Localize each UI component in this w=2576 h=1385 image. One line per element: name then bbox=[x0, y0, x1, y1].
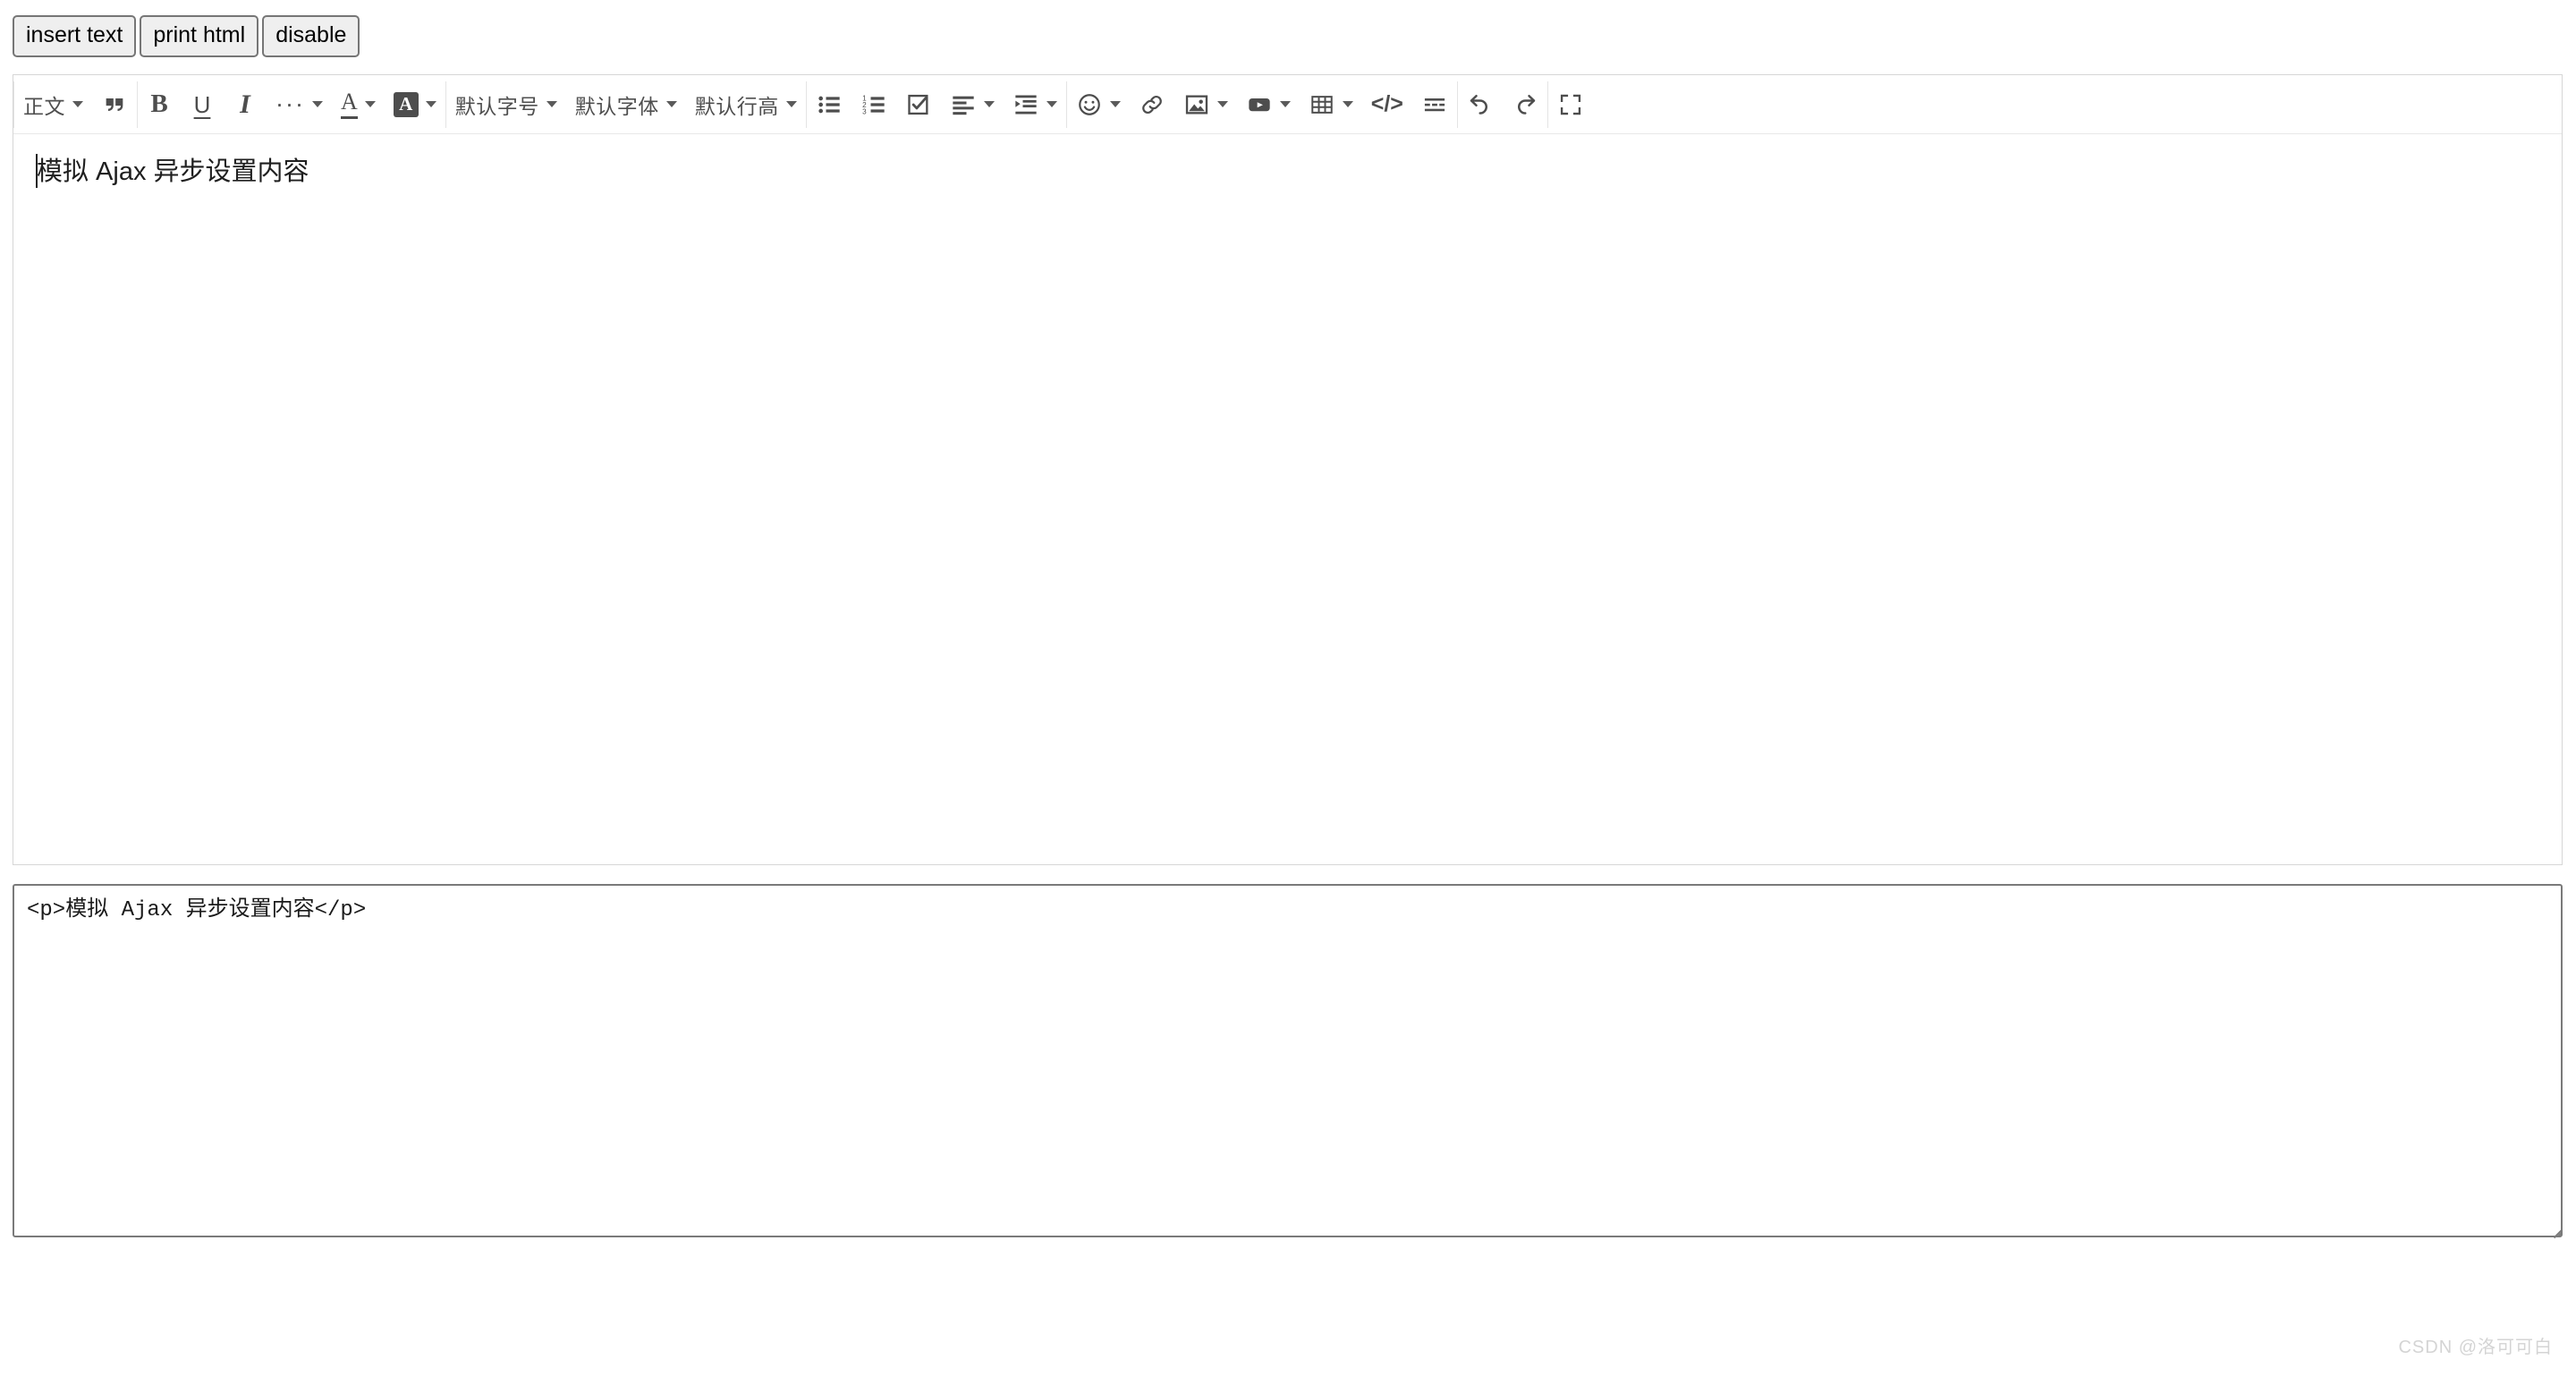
image-dropdown[interactable] bbox=[1174, 82, 1237, 127]
background-color-dropdown[interactable]: A bbox=[385, 82, 445, 127]
editor-toolbar: 正文 B U I ··· A A 默认字号 默认字体 默认行高 1 2 3 </… bbox=[13, 75, 2562, 134]
chevron-down-icon bbox=[1109, 101, 1121, 107]
font-family-dropdown[interactable]: 默认字体 bbox=[566, 82, 686, 127]
bullet-list-button[interactable] bbox=[807, 82, 852, 127]
todo-list-icon bbox=[905, 91, 932, 118]
chevron-down-icon bbox=[311, 101, 323, 107]
numbered-list-button[interactable]: 1 2 3 bbox=[852, 82, 896, 127]
font-color-dropdown[interactable]: A bbox=[332, 82, 385, 127]
divider-button[interactable] bbox=[1412, 82, 1457, 127]
bold-button[interactable]: B bbox=[138, 82, 181, 127]
align-dropdown[interactable] bbox=[941, 82, 1004, 127]
video-dropdown[interactable] bbox=[1237, 82, 1300, 127]
background-color-icon: A bbox=[393, 91, 419, 117]
video-icon bbox=[1246, 91, 1273, 118]
demo-button-bar: insert text print html disable bbox=[13, 15, 360, 57]
editor-content-area[interactable]: 模拟 Ajax 异步设置内容 bbox=[13, 134, 2562, 864]
font-family-label: 默认字体 bbox=[574, 94, 659, 118]
divider-icon bbox=[1421, 91, 1448, 118]
watermark: CSDN @洛可可白 bbox=[2398, 1338, 2553, 1357]
chevron-down-icon bbox=[1216, 101, 1228, 107]
table-dropdown[interactable] bbox=[1300, 82, 1362, 127]
underline-button[interactable]: U bbox=[181, 82, 224, 127]
toolbar-group-insert: </> bbox=[1067, 75, 1457, 133]
redo-icon bbox=[1512, 91, 1538, 118]
paragraph-style-dropdown[interactable]: 正文 bbox=[14, 82, 92, 127]
font-size-label: 默认字号 bbox=[454, 94, 539, 118]
chevron-down-icon bbox=[785, 101, 797, 107]
blockquote-button[interactable] bbox=[92, 82, 137, 127]
paragraph-style-label: 正文 bbox=[23, 94, 65, 118]
indent-icon bbox=[1013, 91, 1039, 118]
toolbar-group-block: 正文 bbox=[14, 75, 137, 133]
bullet-list-icon bbox=[816, 91, 843, 118]
fullscreen-button[interactable] bbox=[1548, 82, 1593, 127]
toolbar-group-inline: B U I ··· A A bbox=[138, 75, 445, 133]
chevron-down-icon bbox=[1279, 101, 1291, 107]
italic-icon: I bbox=[240, 89, 250, 119]
redo-button[interactable] bbox=[1503, 82, 1547, 127]
numbered-list-icon: 1 2 3 bbox=[860, 91, 887, 118]
print-html-button[interactable]: print html bbox=[140, 15, 259, 57]
font-color-icon: A bbox=[340, 89, 358, 119]
blockquote-icon bbox=[101, 91, 128, 118]
indent-dropdown[interactable] bbox=[1004, 82, 1066, 127]
link-button[interactable] bbox=[1130, 82, 1174, 127]
chevron-down-icon bbox=[364, 101, 376, 107]
html-output-textarea[interactable] bbox=[13, 884, 2563, 1237]
chevron-down-icon bbox=[983, 101, 995, 107]
link-icon bbox=[1139, 91, 1165, 118]
todo-list-button[interactable] bbox=[896, 82, 941, 127]
toolbar-group-history bbox=[1458, 75, 1547, 133]
code-block-button[interactable]: </> bbox=[1362, 82, 1412, 127]
font-size-dropdown[interactable]: 默认字号 bbox=[446, 82, 566, 127]
chevron-down-icon bbox=[425, 101, 436, 107]
insert-text-button[interactable]: insert text bbox=[13, 15, 137, 57]
toolbar-group-view bbox=[1548, 75, 1593, 133]
rich-text-editor: 正文 B U I ··· A A 默认字号 默认字体 默认行高 1 2 3 </… bbox=[13, 74, 2563, 865]
chevron-down-icon bbox=[546, 101, 557, 107]
svg-text:3: 3 bbox=[862, 107, 867, 115]
table-icon bbox=[1309, 91, 1335, 118]
editor-paragraph: 模拟 Ajax 异步设置内容 bbox=[37, 157, 309, 186]
undo-icon bbox=[1467, 91, 1494, 118]
undo-button[interactable] bbox=[1458, 82, 1503, 127]
disable-button[interactable]: disable bbox=[262, 15, 360, 57]
image-icon bbox=[1183, 91, 1210, 118]
toolbar-group-paragraph: 1 2 3 bbox=[807, 75, 1066, 133]
bold-icon: B bbox=[150, 89, 168, 118]
code-block-icon: </> bbox=[1370, 91, 1403, 116]
chevron-down-icon bbox=[72, 101, 83, 107]
underline-icon: U bbox=[193, 90, 211, 118]
emoji-icon bbox=[1076, 91, 1103, 118]
line-height-label: 默认行高 bbox=[694, 94, 779, 118]
chevron-down-icon bbox=[1046, 101, 1057, 107]
chevron-down-icon bbox=[1342, 101, 1353, 107]
line-height-dropdown[interactable]: 默认行高 bbox=[686, 82, 806, 127]
more-text-formats-dropdown[interactable]: ··· bbox=[267, 82, 332, 127]
chevron-down-icon bbox=[665, 101, 677, 107]
more-text-formats-icon: ··· bbox=[275, 90, 305, 117]
align-left-icon bbox=[950, 91, 977, 118]
toolbar-group-font: 默认字号 默认字体 默认行高 bbox=[446, 75, 806, 133]
fullscreen-icon bbox=[1557, 91, 1584, 118]
emoji-dropdown[interactable] bbox=[1067, 82, 1130, 127]
italic-button[interactable]: I bbox=[224, 82, 267, 127]
